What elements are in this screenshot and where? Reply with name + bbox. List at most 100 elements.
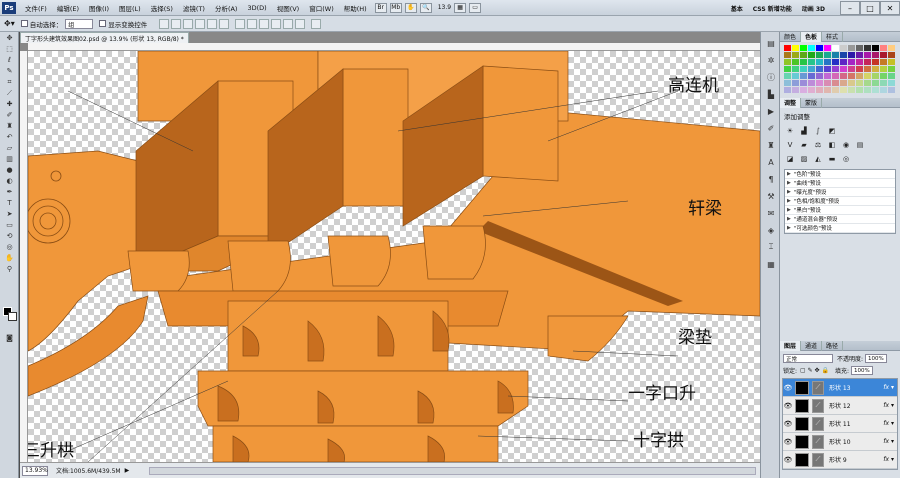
zoom-level[interactable]: 13.9 <box>438 4 451 11</box>
color-swatch[interactable] <box>824 59 831 65</box>
expand-arrow-icon[interactable]: ▶ <box>787 189 791 195</box>
menu-layer[interactable]: 图层(L) <box>114 3 146 13</box>
color-swatch[interactable] <box>840 80 847 86</box>
character-icon[interactable]: A <box>764 156 778 168</box>
3d-orbit-tool-icon[interactable]: ◎ <box>2 242 17 252</box>
eyedropper-tool-icon[interactable]: ⟋ <box>2 88 17 98</box>
workspace-3d[interactable]: 动画 3D <box>797 4 830 13</box>
fx-icon[interactable]: fx ▾ <box>883 456 894 463</box>
color-swatch[interactable] <box>848 73 855 79</box>
color-swatch[interactable] <box>832 73 839 79</box>
type-tool-icon[interactable]: T <box>2 198 17 208</box>
color-swatch[interactable] <box>840 52 847 58</box>
threshold-icon[interactable]: ◭ <box>813 154 823 164</box>
expand-arrow-icon[interactable]: ▶ <box>787 216 791 222</box>
color-swatch[interactable] <box>880 73 887 79</box>
workspace-essentials[interactable]: 基本 <box>726 4 748 13</box>
preset-item[interactable]: ▶ "黑白"预设 <box>785 206 895 215</box>
curves-icon[interactable]: ∫ <box>813 126 823 136</box>
color-swatch[interactable] <box>792 80 799 86</box>
measurement-icon[interactable]: ⌶ <box>764 241 778 253</box>
eraser-tool-icon[interactable]: ▱ <box>2 143 17 153</box>
tab-swatches[interactable]: 色板 <box>801 31 823 42</box>
healing-brush-tool-icon[interactable]: ✚ <box>2 99 17 109</box>
animation-icon[interactable]: ▦ <box>764 258 778 270</box>
color-swatch[interactable] <box>784 66 791 72</box>
layer-name[interactable]: 形状 12 <box>829 401 851 410</box>
canvas[interactable]: 高连机 轩梁 梁垫 一字口升 十字拱 三升栱 <box>28 51 760 462</box>
color-swatch[interactable] <box>832 80 839 86</box>
brushes-icon[interactable]: ✐ <box>764 122 778 134</box>
layer-row[interactable]: 👁 ⟋ 形状 12 fx ▾ <box>783 397 897 415</box>
fx-icon[interactable]: fx ▾ <box>883 402 894 409</box>
menu-select[interactable]: 选择(S) <box>146 3 178 13</box>
path-select-tool-icon[interactable]: ➤ <box>2 209 17 219</box>
workspace-css[interactable]: CSS 新增功能 <box>748 4 797 13</box>
color-swatch[interactable] <box>864 87 871 93</box>
align-center-icon[interactable] <box>207 18 218 29</box>
screen-mode-icon[interactable]: ▭ <box>469 2 482 13</box>
fill-field[interactable]: 100% <box>850 366 873 375</box>
menu-filter[interactable]: 滤镜(T) <box>178 3 210 13</box>
distribute-left-icon[interactable] <box>271 18 282 29</box>
color-swatch[interactable] <box>784 80 791 86</box>
maximize-icon[interactable]: □ <box>860 1 880 15</box>
opacity-field[interactable]: 100% <box>865 354 887 363</box>
tab-adjustments[interactable]: 调整 <box>780 97 802 108</box>
clone-stamp-tool-icon[interactable]: ♜ <box>2 121 17 131</box>
menu-3d[interactable]: 3D(D) <box>242 4 271 12</box>
visibility-eye-icon[interactable]: 👁 <box>783 438 793 446</box>
zoom-field[interactable]: 13.93% <box>22 465 48 476</box>
color-swatch[interactable] <box>864 45 871 51</box>
color-swatch[interactable] <box>848 59 855 65</box>
color-swatch[interactable] <box>848 80 855 86</box>
blend-mode-dropdown[interactable]: 正常 <box>783 354 833 363</box>
color-swatch[interactable] <box>880 66 887 72</box>
color-swatch[interactable] <box>864 66 871 72</box>
black-white-icon[interactable]: ◧ <box>827 140 837 150</box>
visibility-eye-icon[interactable]: 👁 <box>783 402 793 410</box>
preset-item[interactable]: ▶ "曝光度"预设 <box>785 188 895 197</box>
layer-row[interactable]: 👁 ⟋ 形状 13 fx ▾ <box>783 379 897 397</box>
fx-icon[interactable]: fx ▾ <box>883 420 894 427</box>
color-swatch[interactable] <box>784 87 791 93</box>
histogram-icon[interactable]: ▙ <box>764 88 778 100</box>
tool-presets-icon[interactable]: ⚒ <box>764 190 778 202</box>
align-middle-icon[interactable] <box>171 18 182 29</box>
expand-arrow-icon[interactable]: ▶ <box>787 171 791 177</box>
layer-name[interactable]: 形状 9 <box>829 455 847 464</box>
marquee-tool-icon[interactable]: ⬚ <box>2 44 17 54</box>
color-swatch[interactable] <box>856 73 863 79</box>
status-arrow-icon[interactable]: ▶ <box>125 467 130 474</box>
color-swatch[interactable] <box>800 73 807 79</box>
color-swatch[interactable] <box>808 45 815 51</box>
actions-icon[interactable]: ▶ <box>764 105 778 117</box>
crop-tool-icon[interactable]: ⌗ <box>2 77 17 87</box>
color-swatch[interactable] <box>848 45 855 51</box>
layer-thumbnail[interactable] <box>795 452 809 467</box>
layer-name[interactable]: 形状 11 <box>829 419 851 428</box>
color-swatch[interactable] <box>872 73 879 79</box>
preset-item[interactable]: ▶ "色阶"预设 <box>785 170 895 179</box>
color-swatch[interactable] <box>848 66 855 72</box>
menu-help[interactable]: 帮助(H) <box>339 3 372 13</box>
layer-name[interactable]: 形状 13 <box>829 383 851 392</box>
color-swatch[interactable] <box>840 66 847 72</box>
auto-align-icon[interactable] <box>311 18 322 29</box>
minibridge-icon[interactable]: Mb <box>389 2 402 13</box>
layer-row[interactable]: 👁 ⟋ 形状 11 fx ▾ <box>783 415 897 433</box>
hand-icon[interactable]: ✋ <box>404 2 417 13</box>
fx-icon[interactable]: fx ▾ <box>883 438 894 445</box>
bridge-icon[interactable]: Br <box>374 2 387 13</box>
color-swatch[interactable] <box>856 59 863 65</box>
selective-color-icon[interactable]: ◎ <box>841 154 851 164</box>
quick-select-tool-icon[interactable]: ✎ <box>2 66 17 76</box>
color-swatch[interactable] <box>800 80 807 86</box>
color-balance-icon[interactable]: ⚖ <box>813 140 823 150</box>
color-swatch[interactable] <box>856 80 863 86</box>
color-swatch[interactable] <box>888 52 895 58</box>
color-swatch[interactable] <box>792 73 799 79</box>
horizontal-ruler[interactable] <box>28 43 760 51</box>
color-swatch[interactable] <box>792 52 799 58</box>
history-brush-tool-icon[interactable]: ↶ <box>2 132 17 142</box>
